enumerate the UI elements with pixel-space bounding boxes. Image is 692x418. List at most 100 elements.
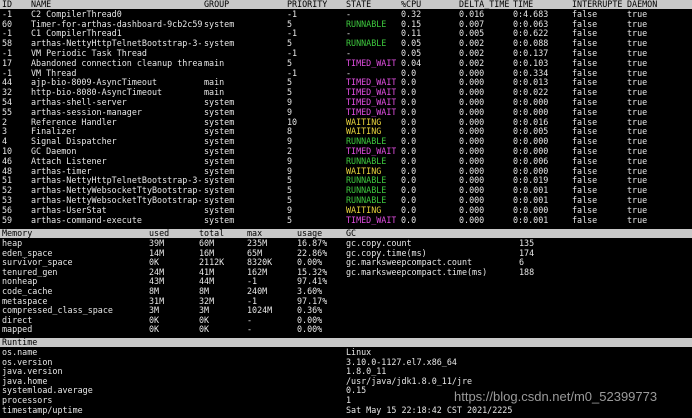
thread-time: 0:0.000 [513, 147, 549, 156]
thread-time: 0:0.063 [513, 19, 549, 29]
thread-daemon: true [627, 49, 648, 58]
watermark: https://blog.csdn.net/m0_52399773 [454, 389, 658, 404]
thread-time: 0:0.001 [513, 186, 549, 196]
thread-name: Signal Dispatcher [31, 137, 117, 147]
thread-priority: 9 [287, 205, 293, 215]
thread-name: arthas-NettyWebsocketTtyBootstrap- [31, 186, 203, 196]
gc-row: gc.marksweepcompact.time(ms) 188 [0, 268, 692, 277]
thread-delta-time: 0.005 [459, 29, 485, 39]
thread-delta-time: 0.000 [459, 107, 485, 117]
memory-used: 8M [149, 287, 160, 296]
thread-time: 0:0.001 [513, 196, 549, 205]
thread-id: 4 [2, 137, 8, 147]
thread-name: Reference Handler [31, 117, 117, 127]
runtime-value: 1.8.0_11 [346, 367, 387, 377]
thread-priority: 9 [287, 166, 293, 176]
thread-row: 58 arthas-NettyHttpTelnetBootstrap-3- syst… [0, 39, 692, 48]
gc-value: 135 [519, 239, 535, 248]
thread-delta-time: 0.000 [459, 166, 485, 176]
thread-interrupted: false [572, 176, 598, 186]
memory-area: mapped [2, 325, 33, 335]
thread-row: 52 arthas-NettyWebsocketTtyBootstrap-syst… [0, 186, 692, 195]
thread-group: system [204, 137, 235, 147]
thread-daemon: true [627, 9, 648, 19]
memory-total: 8M [199, 287, 210, 296]
thread-id: 3 [2, 127, 8, 137]
col-total: total [199, 229, 225, 238]
thread-daemon: true [627, 98, 648, 107]
gc-metric: gc.copy.time(ms) [346, 248, 427, 258]
thread-daemon: true [627, 78, 648, 88]
thread-daemon: true [627, 196, 648, 205]
thread-name: http-bio-8080-AsyncTimeout [31, 88, 163, 98]
memory-total: 0K [199, 325, 210, 335]
thread-state: - [346, 29, 352, 39]
gc-value: 174 [519, 248, 535, 258]
thread-priority: 9 [287, 156, 293, 166]
thread-daemon: true [627, 166, 648, 176]
thread-time: 0:0.334 [513, 68, 549, 78]
thread-priority: 9 [287, 137, 293, 147]
memory-total: 3M [199, 306, 210, 316]
thread-delta-time: 0.000 [459, 176, 485, 186]
thread-delta-time: 0.002 [459, 58, 485, 68]
thread-state: TIMED_WAIT [346, 58, 397, 68]
thread-state: WAITING [346, 205, 382, 215]
thread-daemon: true [627, 137, 648, 147]
runtime-key: os.version [2, 357, 53, 367]
thread-row: -1 VM Periodic Task Thread -1 - 0.05 0.002 0:0… [0, 49, 692, 58]
thread-daemon: true [627, 107, 648, 117]
thread-delta-time: 0.000 [459, 147, 485, 156]
thread-name: arthas-NettyWebsocketTtyBootstrap- [31, 196, 203, 205]
thread-priority: -1 [287, 49, 298, 58]
runtime-key: java.home [2, 376, 48, 386]
thread-group: system [204, 19, 235, 29]
thread-cpu: 0.0 [401, 88, 417, 98]
thread-time: 0:0.013 [513, 78, 549, 88]
thread-delta-time: 0.000 [459, 68, 485, 78]
memory-row: compressed_class_space 3M 3M 1024M 0.36% [0, 306, 692, 315]
thread-id: 59 [2, 215, 13, 225]
thread-time: 0:0.005 [513, 127, 549, 137]
thread-priority: -1 [287, 9, 298, 19]
thread-name: ajp-bio-8009-AsyncTimeout [31, 78, 158, 88]
thread-group: system [204, 98, 235, 107]
thread-daemon: true [627, 29, 648, 39]
thread-id: 17 [2, 58, 13, 68]
thread-name: arthas-timer [31, 166, 92, 176]
thread-name: C1 CompilerThread1 [31, 29, 122, 39]
thread-delta-time: 0.000 [459, 88, 485, 98]
thread-state: RUNNABLE [346, 39, 387, 49]
thread-state: - [346, 68, 352, 78]
thread-daemon: true [627, 156, 648, 166]
runtime-value: Linux [346, 348, 372, 357]
thread-daemon: true [627, 176, 648, 186]
thread-time: 0:0.088 [513, 39, 549, 49]
thread-priority: 5 [287, 196, 293, 205]
thread-cpu: 0.0 [401, 176, 417, 186]
col-interrupted: INTERRUPTE [572, 0, 623, 9]
thread-row: 59 arthas-command-execute system 5 TIMED_WAI… [0, 216, 692, 225]
thread-name: Attach Listener [31, 156, 107, 166]
thread-row: -1 C1 CompilerThread1 -1 - 0.11 0.005 0:0.622 f… [0, 29, 692, 38]
memory-row: nonheap 43M 44M -1 97.41% [0, 277, 692, 286]
thread-cpu: 0.0 [401, 98, 417, 107]
thread-interrupted: false [572, 107, 598, 117]
thread-id: 55 [2, 107, 13, 117]
memory-area: metaspace [2, 296, 48, 306]
memory-max: -1 [247, 277, 258, 287]
thread-cpu: 0.0 [401, 186, 417, 196]
thread-state: RUNNABLE [346, 186, 387, 196]
col-memory: Memory [2, 229, 33, 238]
thread-cpu: 0.15 [401, 19, 422, 29]
memory-area: compressed_class_space [2, 306, 113, 316]
thread-cpu: 0.0 [401, 137, 417, 147]
memory-total: 32M [199, 296, 215, 306]
thread-interrupted: false [572, 127, 598, 137]
thread-interrupted: false [572, 166, 598, 176]
thread-time: 0:4.683 [513, 9, 549, 19]
thread-state: TIMED_WAIT [346, 107, 397, 117]
thread-row: 17 Abandoned connection cleanup threa main… [0, 59, 692, 68]
thread-daemon: true [627, 39, 648, 49]
col-group: GROUP [204, 0, 230, 9]
